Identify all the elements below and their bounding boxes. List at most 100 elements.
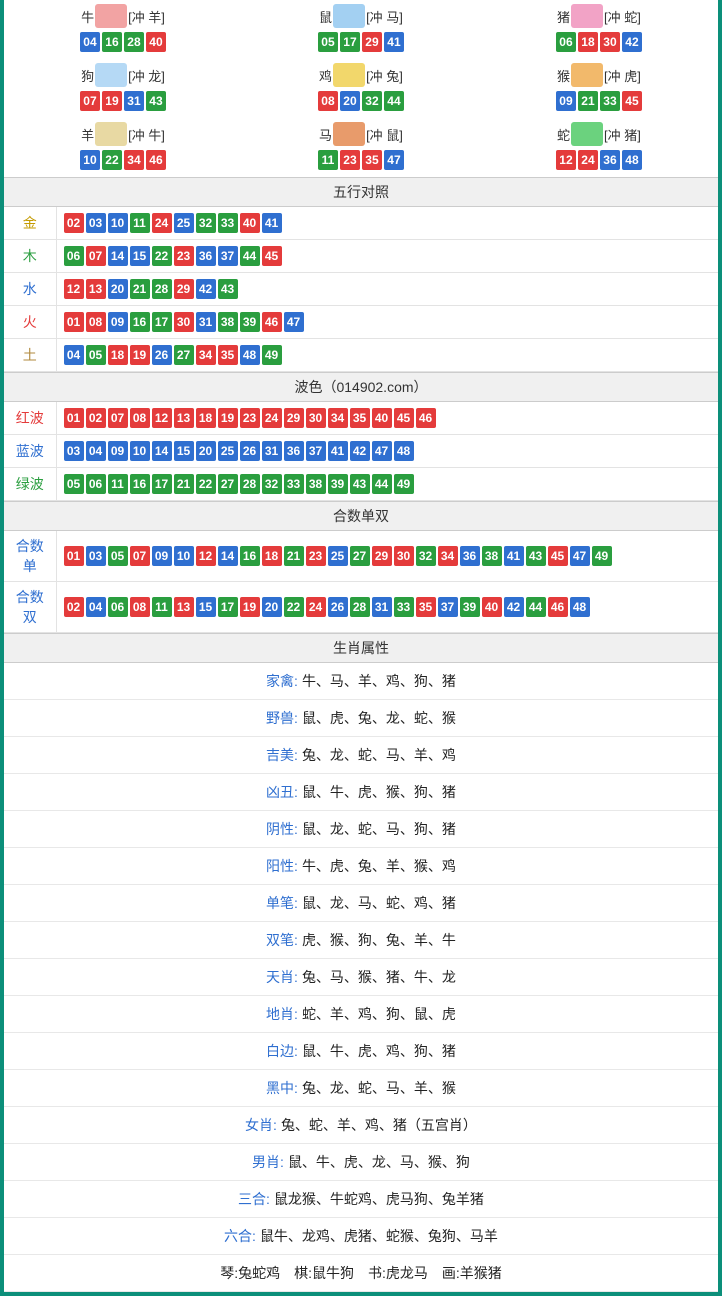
zodiac-clash: [冲 猪] <box>604 125 641 144</box>
zodiac-balls: 09213345 <box>480 90 718 112</box>
number-ball: 20 <box>262 597 282 617</box>
zodiac-head: 牛 [冲 羊] <box>81 4 165 28</box>
number-ball: 12 <box>152 408 172 428</box>
attr-val: 鼠、龙、蛇、马、狗、猪 <box>302 821 456 837</box>
attr-key: 野兽: <box>266 710 298 726</box>
attr-key: 家禽: <box>266 673 298 689</box>
zodiac-name: 羊 <box>81 125 94 144</box>
number-ball: 24 <box>306 597 326 617</box>
number-ball: 29 <box>362 32 382 52</box>
number-ball: 27 <box>218 474 238 494</box>
number-ball: 29 <box>284 408 304 428</box>
number-ball: 33 <box>218 213 238 233</box>
number-ball: 23 <box>240 408 260 428</box>
zodiac-clash: [冲 羊] <box>128 7 165 26</box>
row-key: 土 <box>4 339 56 372</box>
attr-key: 吉美: <box>266 747 298 763</box>
table-row: 绿波 05061116172122272832333839434449 <box>4 468 718 501</box>
number-ball: 44 <box>526 597 546 617</box>
zodiac-balls: 04162840 <box>4 31 242 53</box>
zodiac-head: 马 [冲 鼠] <box>319 122 403 146</box>
zodiac-balls: 06183042 <box>480 31 718 53</box>
row-key: 蓝波 <box>4 435 56 468</box>
table-row: 合数双 020406081113151719202224262831333537… <box>4 582 718 633</box>
number-ball: 05 <box>86 345 106 365</box>
number-ball: 28 <box>152 279 172 299</box>
zodiac-head: 鸡 [冲 兔] <box>319 63 403 87</box>
attr-row: 黑中:兔、龙、蛇、马、羊、猴 <box>4 1070 718 1107</box>
number-ball: 39 <box>328 474 348 494</box>
row-balls: 0103050709101214161821232527293032343638… <box>56 531 718 582</box>
zodiac-head: 鼠 [冲 马] <box>319 4 403 28</box>
number-ball: 32 <box>416 546 436 566</box>
number-ball: 45 <box>622 91 642 111</box>
number-ball: 26 <box>240 441 260 461</box>
number-ball: 46 <box>146 150 166 170</box>
attr-key: 男肖: <box>252 1154 284 1170</box>
zodiac-name: 蛇 <box>557 125 570 144</box>
zodiac-head: 蛇 [冲 猪] <box>557 122 641 146</box>
zodiac-clash: [冲 兔] <box>366 66 403 85</box>
section-header-shengxiao: 生肖属性 <box>4 633 718 663</box>
attr-key: 阴性: <box>266 821 298 837</box>
number-ball: 28 <box>124 32 144 52</box>
zodiac-head: 猪 [冲 蛇] <box>557 4 641 28</box>
attr-key: 凶丑: <box>266 784 298 800</box>
number-ball: 35 <box>416 597 436 617</box>
number-ball: 32 <box>262 474 282 494</box>
zodiac-cell: 羊 [冲 牛] 10223446 <box>4 118 242 177</box>
number-ball: 21 <box>174 474 194 494</box>
attr-key: 单笔: <box>266 895 298 911</box>
zodiac-cell: 鸡 [冲 兔] 08203244 <box>242 59 480 118</box>
number-ball: 02 <box>64 597 84 617</box>
number-ball: 39 <box>460 597 480 617</box>
number-ball: 23 <box>306 546 326 566</box>
number-ball: 33 <box>394 597 414 617</box>
number-ball: 21 <box>578 91 598 111</box>
footer-row: 琴:兔蛇鸡 棋:鼠牛狗 书:虎龙马 画:羊猴猪 <box>4 1255 718 1292</box>
bose-table: 红波 0102070812131819232429303435404546蓝波 … <box>4 402 718 501</box>
number-ball: 38 <box>218 312 238 332</box>
number-ball: 04 <box>86 597 106 617</box>
zodiac-clash: [冲 马] <box>366 7 403 26</box>
number-ball: 03 <box>86 546 106 566</box>
number-ball: 41 <box>328 441 348 461</box>
number-ball: 43 <box>526 546 546 566</box>
number-ball: 39 <box>240 312 260 332</box>
zodiac-clash: [冲 虎] <box>604 66 641 85</box>
section-header-wuxing: 五行对照 <box>4 177 718 207</box>
attr-row: 双笔:虎、猴、狗、兔、羊、牛 <box>4 922 718 959</box>
number-ball: 41 <box>384 32 404 52</box>
number-ball: 49 <box>394 474 414 494</box>
table-row: 水 1213202128294243 <box>4 273 718 306</box>
row-key: 木 <box>4 240 56 273</box>
number-ball: 07 <box>130 546 150 566</box>
number-ball: 13 <box>86 279 106 299</box>
page-frame: 牛 [冲 羊] 04162840 鼠 [冲 马] 05172941 猪 [冲 蛇… <box>0 0 722 1296</box>
zodiac-name: 鸡 <box>319 66 332 85</box>
number-ball: 08 <box>318 91 338 111</box>
number-ball: 06 <box>108 597 128 617</box>
zodiac-clash: [冲 鼠] <box>366 125 403 144</box>
number-ball: 45 <box>548 546 568 566</box>
attr-key: 白边: <box>266 1043 298 1059</box>
number-ball: 22 <box>152 246 172 266</box>
table-row: 红波 0102070812131819232429303435404546 <box>4 402 718 435</box>
zodiac-icon <box>333 4 365 28</box>
number-ball: 19 <box>240 597 260 617</box>
number-ball: 22 <box>284 597 304 617</box>
number-ball: 31 <box>262 441 282 461</box>
zodiac-cell: 牛 [冲 羊] 04162840 <box>4 0 242 59</box>
number-ball: 47 <box>284 312 304 332</box>
attr-key: 地肖: <box>266 1006 298 1022</box>
attr-row: 阳性:牛、虎、兔、羊、猴、鸡 <box>4 848 718 885</box>
row-balls: 0108091617303138394647 <box>56 306 718 339</box>
number-ball: 08 <box>86 312 106 332</box>
number-ball: 33 <box>284 474 304 494</box>
attr-row: 野兽:鼠、虎、兔、龙、蛇、猴 <box>4 700 718 737</box>
number-ball: 13 <box>174 408 194 428</box>
zodiac-name: 猴 <box>557 66 570 85</box>
attr-val: 蛇、羊、鸡、狗、鼠、虎 <box>302 1006 456 1022</box>
attr-row: 地肖:蛇、羊、鸡、狗、鼠、虎 <box>4 996 718 1033</box>
number-ball: 07 <box>86 246 106 266</box>
